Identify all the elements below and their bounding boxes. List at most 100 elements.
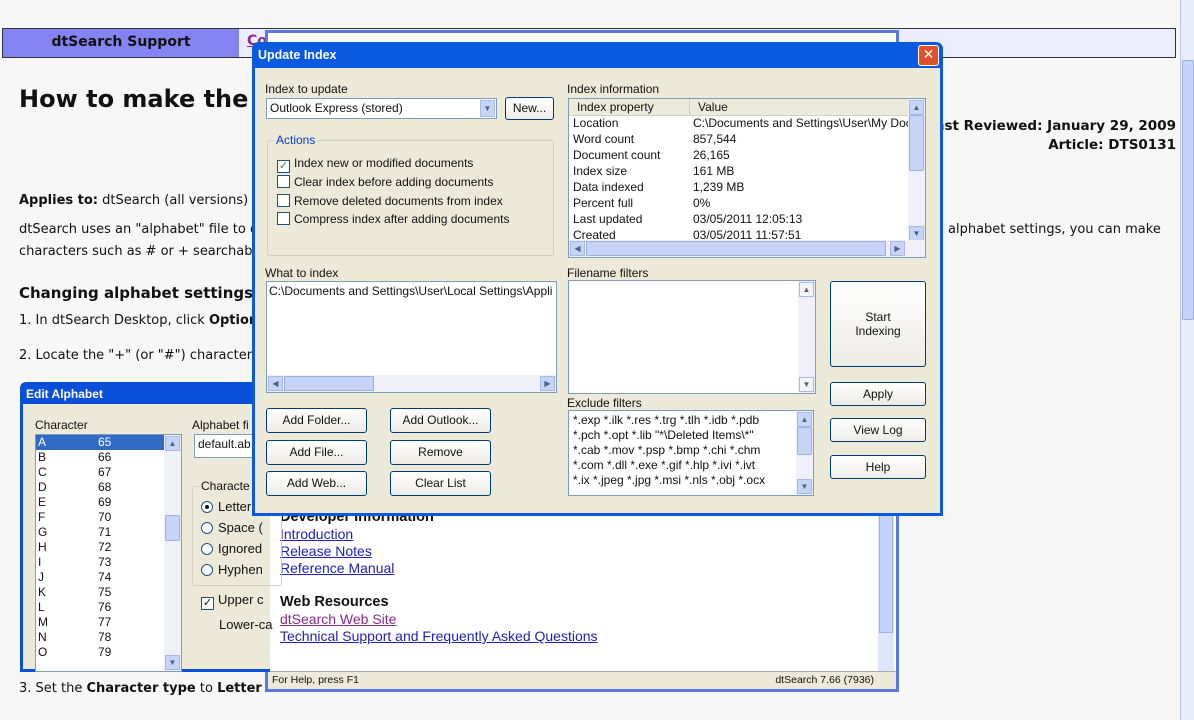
actions-label: Actions — [274, 133, 318, 147]
character-row[interactable]: N 78 — [36, 630, 164, 645]
character-row[interactable]: K 75 — [36, 585, 164, 600]
remove-button[interactable]: Remove — [390, 440, 491, 465]
radio-icon[interactable] — [201, 543, 213, 555]
info-property: Percent full — [573, 196, 634, 210]
character-row[interactable]: H 72 — [36, 540, 164, 555]
link-dtsearch-web-site[interactable]: dtSearch Web Site — [280, 611, 396, 627]
what-to-index-list[interactable]: C:\Documents and Settings\User\Local Set… — [266, 281, 557, 393]
checkbox-icon[interactable] — [277, 193, 290, 207]
scroll-up-icon[interactable]: ▲ — [165, 436, 180, 451]
link-tech-support[interactable]: Technical Support and Frequently Asked Q… — [280, 628, 598, 644]
scroll-down-icon[interactable]: ▼ — [799, 377, 814, 392]
scrollbar-thumb[interactable] — [284, 376, 374, 391]
scroll-up-icon[interactable]: ▲ — [797, 412, 812, 427]
info-row[interactable]: Word count 857,544 — [569, 132, 925, 148]
column-header[interactable]: Value — [689, 99, 728, 115]
link-release-notes[interactable]: Release Notes — [280, 543, 372, 559]
what-to-index-item[interactable]: C:\Documents and Settings\User\Local Set… — [267, 282, 552, 300]
info-row[interactable]: Location C:\Documents and Settings\User\M… — [569, 116, 925, 132]
step-3: 3. Set the Character type to Letter — [19, 681, 262, 696]
checkbox-label: Index new or modified documents — [294, 156, 474, 170]
add-file-button[interactable]: Add File... — [266, 440, 367, 465]
character-list[interactable]: ▲ ▼ A 65 B 66 C 67 D 68 E 69 F 70 G 71 H 72 I 73 J 74 K 75 L 76 M… — [35, 434, 182, 672]
column-header[interactable]: Index property — [569, 99, 689, 115]
link-introduction[interactable]: Introduction — [280, 526, 353, 542]
character-type-radio[interactable]: Space ( — [201, 517, 263, 538]
character-row[interactable]: C 67 — [36, 465, 164, 480]
action-checkbox[interactable]: Remove deleted documents from index — [277, 192, 509, 211]
action-checkbox[interactable]: Clear index before adding documents — [277, 173, 509, 192]
new-index-button[interactable]: New... — [505, 97, 554, 120]
scrollbar-thumb[interactable] — [797, 427, 812, 455]
character-type-radio[interactable]: Ignored — [201, 538, 263, 559]
character-row[interactable]: E 69 — [36, 495, 164, 510]
scrollbar-thumb[interactable] — [909, 115, 924, 171]
info-row[interactable]: Document count 26,165 — [569, 148, 925, 164]
link-reference-manual[interactable]: Reference Manual — [280, 560, 394, 576]
character-type-radio[interactable]: Hyphen — [201, 559, 263, 580]
character-row[interactable]: I 73 — [36, 555, 164, 570]
character-code: 69 — [98, 495, 112, 509]
exclude-filter-line: *.pch *.opt *.lib "*\Deleted Items\*" — [573, 428, 754, 442]
upper-case-option[interactable]: ✓ Upper c — [201, 592, 264, 610]
scroll-down-icon[interactable]: ▼ — [797, 479, 812, 494]
scroll-left-icon[interactable]: ◀ — [268, 376, 283, 391]
character-glyph: M — [38, 615, 48, 629]
checkbox-icon[interactable] — [277, 212, 290, 226]
character-row[interactable]: F 70 — [36, 510, 164, 525]
filename-filters-field[interactable]: ▲ ▼ — [568, 280, 816, 394]
character-code: 73 — [98, 555, 112, 569]
add-web-button[interactable]: Add Web... — [266, 471, 367, 496]
checkbox-icon[interactable] — [277, 175, 290, 188]
scrollbar-thumb[interactable] — [879, 503, 893, 633]
checkbox-icon[interactable]: ✓ — [277, 160, 290, 173]
scrollbar-thumb[interactable] — [586, 241, 886, 256]
radio-icon[interactable] — [201, 522, 213, 534]
scroll-up-icon[interactable]: ▲ — [909, 100, 924, 115]
character-row[interactable]: J 74 — [36, 570, 164, 585]
last-reviewed: Last Reviewed: January 29, 2009 — [926, 118, 1176, 134]
info-row[interactable]: Last updated 03/05/2011 12:05:13 — [569, 212, 925, 228]
character-row[interactable]: A 65 — [36, 435, 164, 450]
exclude-filter-line: *.ix *.jpeg *.jpg *.msi *.nls *.obj *.oc… — [573, 473, 766, 487]
checkbox-label: Clear index before adding documents — [294, 175, 494, 189]
character-row[interactable]: B 66 — [36, 450, 164, 465]
radio-icon[interactable] — [201, 501, 213, 513]
page-scrollbar[interactable] — [1180, 0, 1194, 720]
scroll-up-icon[interactable]: ▲ — [799, 282, 814, 297]
scrollbar-thumb[interactable] — [1182, 60, 1194, 320]
scroll-left-icon[interactable]: ◀ — [570, 241, 585, 256]
help-button[interactable]: Help — [830, 455, 926, 479]
add-folder-button[interactable]: Add Folder... — [266, 408, 367, 433]
scroll-right-icon[interactable]: ▶ — [540, 376, 555, 391]
character-row[interactable]: M 77 — [36, 615, 164, 630]
scroll-right-icon[interactable]: ▶ — [890, 241, 905, 256]
character-row[interactable]: O 79 — [36, 645, 164, 660]
status-help-text: For Help, press F1 — [272, 674, 359, 686]
help-scrollbar[interactable] — [878, 503, 894, 673]
clear-list-button[interactable]: Clear List — [390, 471, 491, 496]
view-log-button[interactable]: View Log — [830, 418, 926, 442]
index-information-table[interactable]: Index property Value ▲ ▼ ◀ ▶ Location C:\Doc… — [568, 98, 926, 258]
action-checkbox[interactable]: Compress index after adding documents — [277, 210, 509, 229]
info-row[interactable]: Index size 161 MB — [569, 164, 925, 180]
character-row[interactable]: G 71 — [36, 525, 164, 540]
close-icon[interactable]: ✕ — [918, 45, 939, 66]
scrollbar-thumb[interactable] — [165, 515, 180, 541]
exclude-filters-field[interactable]: ▲ ▼ *.exp *.ilk *.res *.trg *.tlh *.idb *… — [568, 410, 814, 496]
info-row[interactable]: Data indexed 1,239 MB — [569, 180, 925, 196]
character-row[interactable]: D 68 — [36, 480, 164, 495]
scroll-down-icon[interactable]: ▼ — [909, 226, 924, 241]
radio-icon[interactable] — [201, 564, 213, 576]
character-type-label: Characte — [199, 479, 252, 493]
start-indexing-button[interactable]: Start Indexing — [830, 281, 926, 367]
action-checkbox[interactable]: ✓ Index new or modified documents — [277, 154, 509, 173]
index-select[interactable]: Outlook Express (stored) ▼ — [266, 98, 497, 119]
info-row[interactable]: Percent full 0% — [569, 196, 925, 212]
add-outlook-button[interactable]: Add Outlook... — [390, 408, 491, 433]
scroll-down-icon[interactable]: ▼ — [165, 655, 180, 670]
checkbox-icon[interactable]: ✓ — [201, 597, 214, 610]
chevron-down-icon[interactable]: ▼ — [480, 100, 495, 117]
character-row[interactable]: L 76 — [36, 600, 164, 615]
apply-button[interactable]: Apply — [830, 382, 926, 406]
